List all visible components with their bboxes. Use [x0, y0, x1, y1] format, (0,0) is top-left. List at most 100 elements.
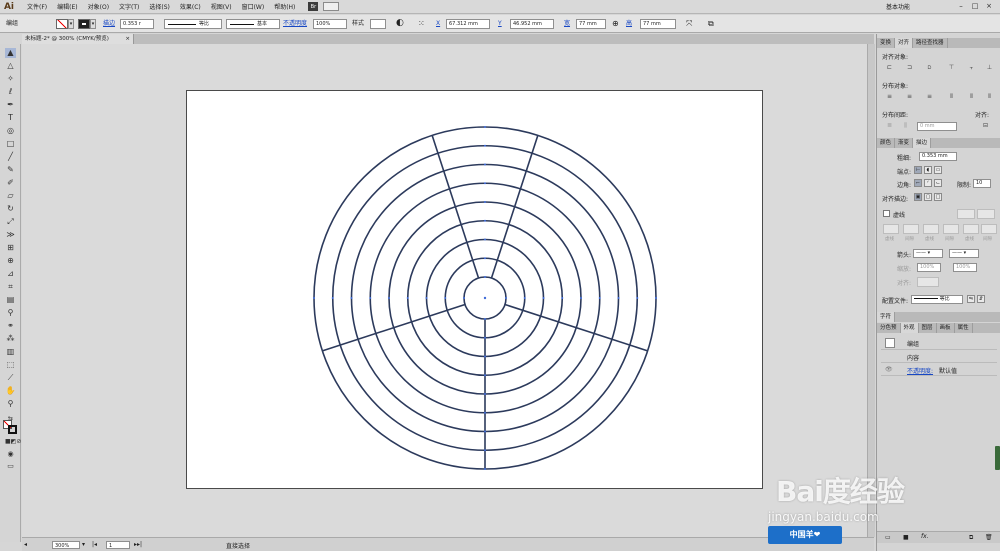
tab-color[interactable]: 颜色: [877, 138, 896, 148]
tab-transform[interactable]: 变换: [877, 38, 896, 48]
dash-1-input[interactable]: [883, 224, 899, 234]
anchor-point[interactable]: [580, 297, 582, 299]
anchor-point[interactable]: [388, 297, 390, 299]
horizontal-spacing-icon[interactable]: ⫼: [901, 122, 910, 130]
stroke-color-icon[interactable]: [8, 425, 17, 434]
spoke-1[interactable]: [490, 135, 539, 279]
align-stroke-inside-button[interactable]: ▢: [924, 193, 932, 201]
align-bottom-icon[interactable]: ⊥: [985, 64, 994, 72]
spiral-tool-icon[interactable]: ◎: [5, 126, 16, 136]
anchor-point[interactable]: [406, 297, 409, 299]
menu-view[interactable]: 视图(V): [206, 2, 237, 11]
anchor-point[interactable]: [484, 411, 486, 414]
anchor-point[interactable]: [484, 182, 486, 185]
anchor-point[interactable]: [350, 297, 353, 299]
round-cap-button[interactable]: ◖: [924, 166, 932, 174]
stroke-weight-input[interactable]: 0.353 mm: [919, 152, 957, 161]
width-tool-icon[interactable]: ≫: [5, 230, 16, 240]
stroke-label[interactable]: 描边: [103, 19, 115, 29]
anchor-point[interactable]: [655, 297, 657, 299]
miter-join-button[interactable]: ⌐: [914, 179, 922, 187]
lasso-tool-icon[interactable]: ℓ: [5, 87, 16, 97]
tab-gradient[interactable]: 渐变: [895, 138, 914, 148]
distribute-right-icon[interactable]: ⫴: [985, 93, 994, 101]
gap-1-input[interactable]: [903, 224, 919, 234]
end-arrowhead-select[interactable]: —— ▾: [949, 249, 979, 258]
gradient-tool-icon[interactable]: ▤: [5, 295, 16, 305]
brush-definition[interactable]: 基本: [226, 19, 280, 29]
hand-tool-icon[interactable]: ✋: [5, 386, 16, 396]
artboard-number-field[interactable]: 1: [106, 541, 130, 549]
distribute-hcenter-icon[interactable]: ⫴: [967, 93, 976, 101]
scale-tool-icon[interactable]: ⤢: [5, 217, 16, 227]
transform-icon[interactable]: ⤧: [686, 19, 692, 29]
anchor-point[interactable]: [444, 297, 447, 299]
type-tool-icon[interactable]: T: [5, 113, 16, 123]
anchor-point[interactable]: [617, 297, 620, 299]
screen-mode-icon[interactable]: ▭: [5, 461, 16, 471]
recolor-icon[interactable]: ◐: [396, 19, 404, 29]
align-to-selection-icon[interactable]: ⊟: [981, 122, 990, 130]
color-mode-icons[interactable]: ■◩⊘: [5, 437, 21, 447]
dashed-line-checkbox[interactable]: [883, 210, 890, 217]
stroke-swatch[interactable]: [78, 19, 90, 29]
artwork-group[interactable]: [187, 91, 764, 490]
draw-mode-icon[interactable]: ◉: [5, 449, 16, 459]
anchor-point[interactable]: [484, 336, 486, 339]
miter-limit-input[interactable]: 10: [973, 179, 991, 188]
butt-cap-button[interactable]: ⊢: [914, 166, 922, 174]
slice-tool-icon[interactable]: ⟋: [5, 373, 16, 383]
zoom-dropdown-icon[interactable]: ▾: [82, 541, 85, 549]
rectangle-tool-icon[interactable]: □: [5, 139, 16, 149]
anchor-point[interactable]: [484, 126, 486, 128]
eyedropper-tool-icon[interactable]: ⚲: [5, 308, 16, 318]
preserve-dash-button[interactable]: [957, 209, 975, 219]
anchor-point[interactable]: [484, 318, 486, 320]
gap-3-input[interactable]: [981, 224, 997, 234]
tab-artboards[interactable]: 画板: [937, 323, 955, 333]
anchor-point[interactable]: [484, 257, 486, 260]
anchor-point[interactable]: [598, 297, 601, 299]
dash-3-input[interactable]: [963, 224, 979, 234]
tab-align[interactable]: 对齐: [895, 38, 914, 48]
isolate-group-icon[interactable]: ⧉: [708, 19, 714, 29]
start-arrowhead-select[interactable]: —— ▾: [913, 249, 943, 258]
side-scroll-indicator[interactable]: [995, 446, 1000, 470]
arrow-align-buttons[interactable]: [917, 277, 939, 287]
close-tab-icon[interactable]: ×: [125, 34, 130, 44]
align-stroke-center-button[interactable]: ▣: [914, 193, 922, 201]
distribute-left-icon[interactable]: ⫴: [947, 93, 956, 101]
symbol-sprayer-tool-icon[interactable]: ⁂: [5, 334, 16, 344]
column-graph-tool-icon[interactable]: ▥: [5, 347, 16, 357]
zoom-tool-icon[interactable]: ⚲: [5, 399, 16, 409]
direct-selection-tool-icon[interactable]: △: [5, 61, 16, 71]
align-right-icon[interactable]: ⫐: [925, 64, 934, 72]
tab-appearance[interactable]: 外观: [900, 323, 919, 333]
paintbrush-tool-icon[interactable]: ╱: [5, 152, 16, 162]
anchor-point[interactable]: [463, 297, 465, 299]
dash-2-input[interactable]: [923, 224, 939, 234]
flip-profile-button[interactable]: ⇋: [967, 295, 975, 303]
bridge-button[interactable]: Br: [308, 2, 319, 11]
stroke-weight-field[interactable]: 0.353 r: [120, 19, 154, 29]
height-field[interactable]: 77 mm: [640, 19, 676, 29]
anchor-point[interactable]: [484, 276, 486, 278]
close-window-button[interactable]: ×: [984, 2, 994, 10]
anchor-point[interactable]: [523, 297, 526, 299]
menu-help[interactable]: 帮助(H): [269, 2, 300, 11]
tab-pathfinder[interactable]: 路径查找器: [913, 38, 948, 48]
menu-type[interactable]: 文字(T): [114, 2, 144, 11]
next-artboard-icon[interactable]: ▸▸|: [134, 541, 142, 549]
appearance-group-row[interactable]: 编组: [881, 336, 997, 350]
anchor-point[interactable]: [505, 297, 507, 299]
selection-tool-icon[interactable]: ▲: [5, 48, 16, 58]
spacing-field[interactable]: 0 mm: [917, 122, 957, 131]
align-vcenter-icon[interactable]: ⫟: [967, 64, 976, 72]
minimize-button[interactable]: –: [956, 2, 966, 10]
anchor-point[interactable]: [484, 219, 486, 222]
fill-dropdown[interactable]: ▾: [68, 19, 74, 29]
tab-character[interactable]: 字符: [877, 312, 896, 322]
mesh-tool-icon[interactable]: ⌗: [5, 282, 16, 292]
anchor-point[interactable]: [484, 144, 486, 147]
anchor-point[interactable]: [331, 297, 334, 299]
